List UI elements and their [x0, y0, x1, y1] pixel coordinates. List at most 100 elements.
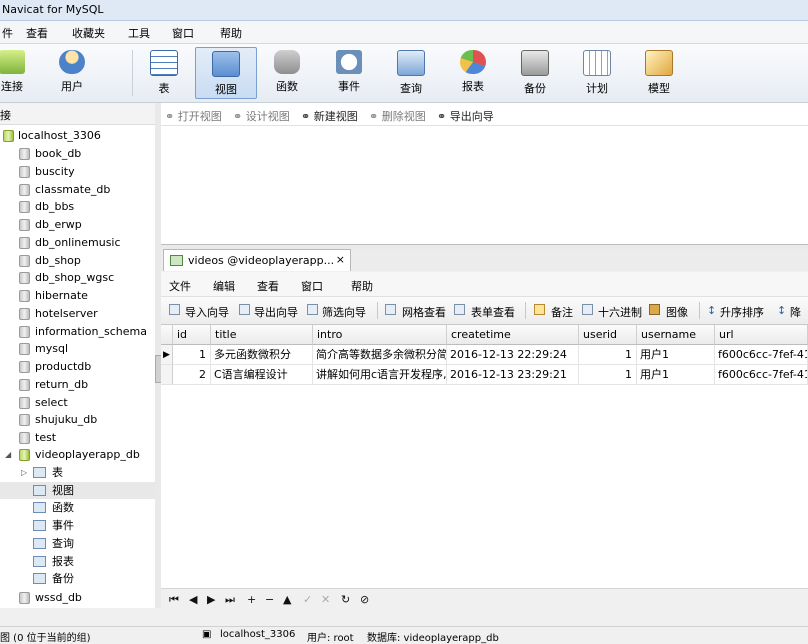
- apply-icon[interactable]: ✓: [303, 593, 312, 606]
- tree-connection[interactable]: localhost_3306: [0, 127, 155, 144]
- table-cell[interactable]: 2: [173, 365, 211, 385]
- import-wizard-button[interactable]: 导入向导: [185, 304, 229, 320]
- tree-node-4[interactable]: 事件: [0, 517, 155, 534]
- tree-db-item[interactable]: information_schema: [0, 323, 155, 340]
- table-cell[interactable]: 多元函数微积分: [211, 345, 313, 365]
- user-button[interactable]: 用户: [42, 47, 102, 99]
- menu-favorites[interactable]: 收藏夹: [72, 25, 105, 41]
- tree-db-item[interactable]: hibernate: [0, 287, 155, 304]
- delete-view-button[interactable]: ⚭ 删除视图: [369, 108, 426, 124]
- table-cell[interactable]: 讲解如何用c语言开发程序,打: [313, 365, 447, 385]
- new-view-button[interactable]: ⚭ 新建视图: [301, 108, 358, 124]
- tree-db-item[interactable]: db_bbs: [0, 198, 155, 215]
- tree-db-item[interactable]: db_onlinemusic: [0, 234, 155, 251]
- collapse-icon[interactable]: ◢: [5, 446, 11, 463]
- sort-asc-button[interactable]: 升序排序: [720, 304, 764, 320]
- table-cell[interactable]: C语言编程设计: [211, 365, 313, 385]
- export-wizard-grid-button[interactable]: 导出向导: [254, 304, 298, 320]
- tree-db-item[interactable]: db_erwp: [0, 216, 155, 233]
- editor-menu-file[interactable]: 文件: [169, 278, 191, 294]
- tree-node-7[interactable]: 备份: [0, 570, 155, 587]
- tree-node-2[interactable]: 视图: [0, 481, 155, 499]
- tree-db-item[interactable]: wssd_db: [0, 589, 155, 606]
- refresh-icon[interactable]: ↻: [341, 593, 350, 606]
- column-header-id[interactable]: id: [173, 325, 211, 345]
- tab-videos[interactable]: videos @videoplayerapp... ×: [163, 249, 351, 271]
- table-cell[interactable]: 1: [173, 345, 211, 365]
- tree-db-open[interactable]: ◢ videoplayerapp_db: [0, 446, 155, 463]
- data-grid[interactable]: id title intro createtime userid usernam…: [161, 325, 808, 588]
- table-cell[interactable]: 1: [579, 365, 637, 385]
- tree-db-item[interactable]: book_db: [0, 145, 155, 162]
- stop-icon[interactable]: ⊘: [360, 593, 369, 606]
- tree-node-6[interactable]: 报表: [0, 553, 155, 570]
- table-cell[interactable]: 2016-12-13 23:29:21: [447, 365, 579, 385]
- discard-icon[interactable]: ✕: [321, 593, 330, 606]
- tree-node-5[interactable]: 查询: [0, 535, 155, 552]
- table-cell[interactable]: f600c6cc-7fef-41e: [715, 345, 808, 365]
- row-marker[interactable]: [161, 365, 173, 385]
- column-header-url[interactable]: url: [715, 325, 808, 345]
- table-cell[interactable]: 2016-12-13 22:29:24: [447, 345, 579, 365]
- next-record-icon[interactable]: ▶: [207, 593, 215, 606]
- move-up-icon[interactable]: ▲: [283, 593, 291, 606]
- tree-db-item[interactable]: buscity: [0, 163, 155, 180]
- table-cell[interactable]: f600c6cc-7fef-41e: [715, 365, 808, 385]
- tree-node-3[interactable]: 函数: [0, 499, 155, 516]
- query-button[interactable]: 查询: [381, 47, 441, 99]
- tree-db-item[interactable]: select: [0, 394, 155, 411]
- menu-view[interactable]: 查看: [26, 25, 48, 41]
- menu-help[interactable]: 帮助: [220, 25, 242, 41]
- close-tab-icon[interactable]: ×: [336, 253, 345, 266]
- tree-db-item[interactable]: classmate_db: [0, 181, 155, 198]
- design-view-button[interactable]: ⚭ 设计视图: [233, 108, 290, 124]
- memo-button[interactable]: 备注: [551, 304, 573, 320]
- tree-db-item[interactable]: test: [0, 429, 155, 446]
- open-view-button[interactable]: ⚭ 打开视图: [165, 108, 222, 124]
- row-pointer-icon[interactable]: ▶: [161, 345, 173, 365]
- table-cell[interactable]: 用户1: [637, 345, 715, 365]
- table-button[interactable]: 表: [134, 47, 194, 99]
- filter-wizard-button[interactable]: 筛选向导: [322, 304, 366, 320]
- last-record-icon[interactable]: ⏭: [225, 593, 235, 607]
- tree-db-item[interactable]: db_shop_wgsc: [0, 269, 155, 286]
- menu-tools[interactable]: 工具: [128, 25, 150, 41]
- tree-db-item[interactable]: productdb: [0, 358, 155, 375]
- column-header-title[interactable]: title: [211, 325, 313, 345]
- editor-menu-edit[interactable]: 编辑: [213, 278, 235, 294]
- object-list-area[interactable]: [161, 126, 808, 245]
- tree-db-item[interactable]: return_db: [0, 376, 155, 393]
- delete-record-icon[interactable]: −: [265, 593, 274, 606]
- tree-db-item[interactable]: shujuku_db: [0, 411, 155, 428]
- function-button[interactable]: 函数: [257, 47, 317, 99]
- expand-icon[interactable]: ▷: [21, 464, 27, 481]
- column-header-intro[interactable]: intro: [313, 325, 447, 345]
- schedule-button[interactable]: 计划: [567, 47, 627, 99]
- event-button[interactable]: 事件: [319, 47, 379, 99]
- backup-button[interactable]: 备份: [505, 47, 565, 99]
- prev-record-icon[interactable]: ◀: [189, 593, 197, 606]
- tree-db-item[interactable]: db_shop: [0, 252, 155, 269]
- first-record-icon[interactable]: ⏮: [169, 593, 179, 607]
- table-cell[interactable]: 简介高等数据多余微积分简: [313, 345, 447, 365]
- editor-menu-help[interactable]: 帮助: [351, 278, 373, 294]
- editor-menu-view[interactable]: 查看: [257, 278, 279, 294]
- tree-node-1[interactable]: ▷ 表: [0, 464, 155, 481]
- view-button[interactable]: 视图: [195, 47, 257, 99]
- table-cell[interactable]: 用户1: [637, 365, 715, 385]
- column-header-createtime[interactable]: createtime: [447, 325, 579, 345]
- menu-file[interactable]: 件: [2, 25, 13, 41]
- tree-db-item[interactable]: hotelserver: [0, 305, 155, 322]
- column-header-userid[interactable]: userid: [579, 325, 637, 345]
- report-button[interactable]: 报表: [443, 47, 503, 99]
- grid-view-button[interactable]: 网格查看: [402, 304, 446, 320]
- image-button[interactable]: 图像: [666, 304, 688, 320]
- connect-button[interactable]: 连接: [0, 47, 42, 99]
- export-wizard-button[interactable]: ⚭ 导出向导: [437, 108, 494, 124]
- tree-db-item[interactable]: mysql: [0, 340, 155, 357]
- hex-button[interactable]: 十六进制: [598, 304, 642, 320]
- column-header-username[interactable]: username: [637, 325, 715, 345]
- form-view-button[interactable]: 表单查看: [471, 304, 515, 320]
- add-record-icon[interactable]: +: [247, 593, 256, 606]
- table-cell[interactable]: 1: [579, 345, 637, 365]
